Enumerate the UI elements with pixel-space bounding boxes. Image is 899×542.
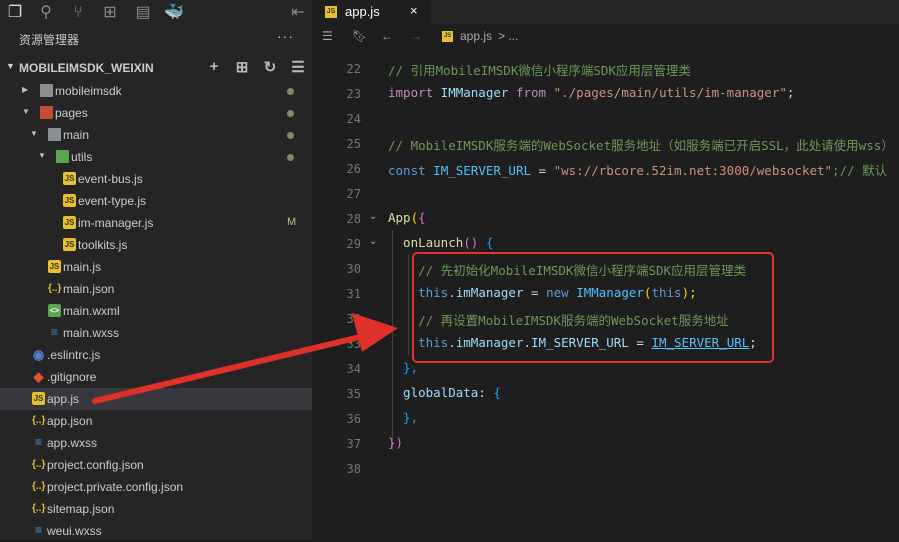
annotation-arrow	[92, 313, 398, 404]
